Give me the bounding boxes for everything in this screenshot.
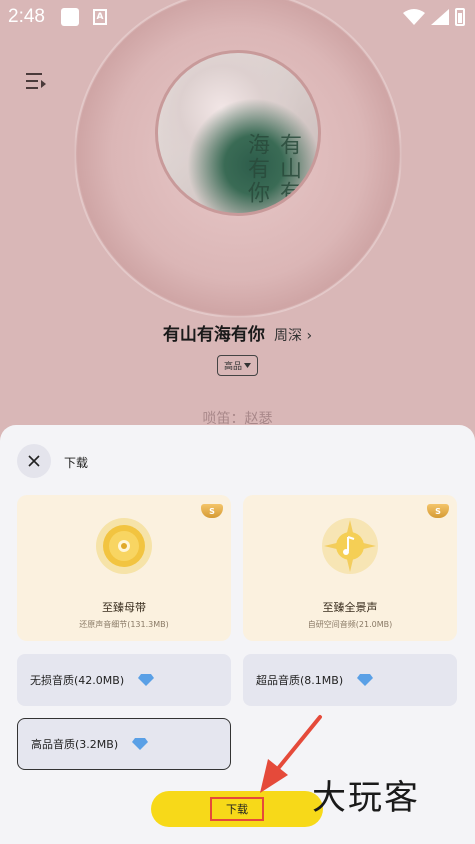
panoramic-sound-icon: [322, 518, 378, 574]
triangle-down-icon: [244, 363, 251, 368]
artist-name: 周深: [274, 328, 303, 344]
wifi-icon: [403, 9, 425, 25]
card-description: 还原声音细节(131.3MB): [79, 620, 169, 629]
option-label: 无损音质(42.0MB): [30, 674, 125, 687]
option-super[interactable]: 超品音质(8.1MB): [243, 654, 457, 706]
quality-label: 高品: [223, 362, 242, 372]
notification-icon: [60, 8, 79, 26]
quality-card-atmos[interactable]: S 至臻全景声 自研空间音频(21.0MB): [243, 495, 457, 641]
card-title: 至臻全景声: [322, 601, 378, 614]
download-label: 下载: [210, 797, 264, 821]
song-info: 有山有海有你 周深 ›: [0, 320, 475, 345]
close-icon: [28, 455, 40, 467]
song-title: 有山有海有你: [162, 325, 265, 345]
option-label: 高品音质(3.2MB): [31, 738, 119, 751]
cover-title: 有山有海有你: [244, 133, 301, 205]
album-cover[interactable]: 有山有海有你: [155, 50, 321, 216]
option-lossless[interactable]: 无损音质(42.0MB): [17, 654, 231, 706]
watermark-logo: 大玩客: [312, 778, 420, 818]
vip-diamond-icon: [132, 738, 149, 750]
signal-icon: [431, 9, 449, 25]
chevron-right-icon: ›: [306, 328, 313, 344]
card-title: 至臻母带: [102, 601, 146, 614]
option-label: 超品音质(8.1MB): [256, 674, 344, 687]
battery-icon: [455, 8, 465, 26]
download-sheet: 下载 S 至臻母带 还原声音细节(131.3MB) S 至臻全景声 自研空间音频…: [0, 425, 475, 844]
master-tape-icon: [96, 518, 152, 574]
svip-badge-icon: S: [427, 504, 449, 518]
app-notification-icon: A: [92, 9, 107, 25]
option-high[interactable]: 高品音质(3.2MB): [17, 718, 231, 770]
artist-link[interactable]: 周深 ›: [274, 328, 312, 344]
status-time: 2:48: [8, 6, 45, 27]
svip-badge-icon: S: [201, 504, 223, 518]
vip-diamond-icon: [138, 674, 155, 686]
quality-card-master[interactable]: S 至臻母带 还原声音细节(131.3MB): [17, 495, 231, 641]
sheet-title: 下载: [64, 456, 89, 470]
vip-diamond-icon: [357, 674, 374, 686]
playlist-menu-icon[interactable]: [26, 72, 46, 90]
card-description: 自研空间音频(21.0MB): [307, 620, 393, 629]
quality-selector[interactable]: 高品: [217, 355, 258, 376]
close-button[interactable]: [17, 444, 51, 478]
